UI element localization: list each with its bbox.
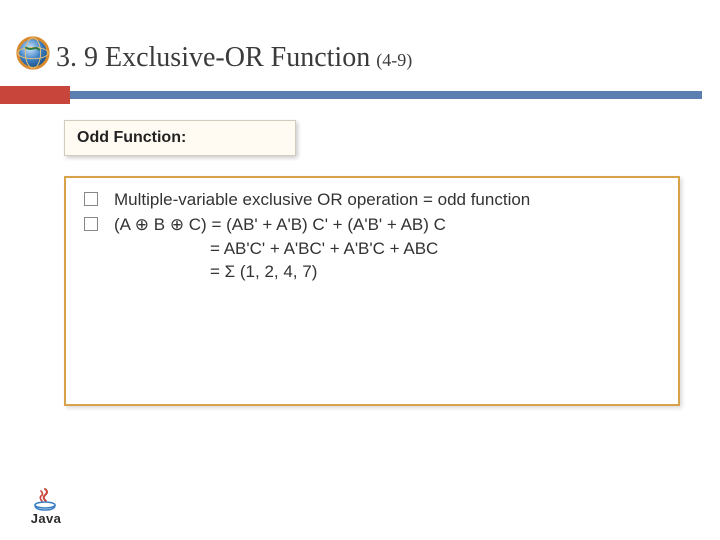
net-globe-icon	[14, 34, 52, 72]
rule-accent	[0, 86, 70, 104]
slide-title: 3. 9 Exclusive-OR Function (4-9)	[56, 42, 700, 74]
bullet-item: (A ⊕ B ⊕ C) = (AB' + A'B) C' + (A'B' + A…	[76, 213, 658, 283]
square-bullet-icon	[84, 217, 98, 231]
square-bullet-icon	[84, 192, 98, 206]
slide: 3. 9 Exclusive-OR Function (4-9) Odd Fun…	[0, 0, 720, 540]
title-main: 3. 9 Exclusive-OR Function	[56, 42, 370, 74]
math-line: (A ⊕ B ⊕ C) = (AB' + A'B) C' + (A'B' + A…	[114, 213, 658, 236]
bullet-text: (A ⊕ B ⊕ C) = (AB' + A'B) C' + (A'B' + A…	[114, 213, 658, 283]
rule-bar	[70, 91, 702, 99]
content-card: Multiple-variable exclusive OR operation…	[64, 176, 680, 406]
subtitle-card: Odd Function:	[64, 120, 296, 156]
bullet-text: Multiple-variable exclusive OR operation…	[114, 188, 658, 211]
java-wordmark: Java	[31, 511, 62, 526]
math-line: = AB'C' + A'BC' + A'B'C + ABC	[114, 237, 658, 260]
java-cup-icon	[31, 487, 61, 511]
bullet-item: Multiple-variable exclusive OR operation…	[76, 188, 658, 211]
java-logo: Java	[20, 487, 72, 526]
title-sub: (4-9)	[376, 50, 412, 71]
math-line: = Σ (1, 2, 4, 7)	[114, 260, 658, 283]
